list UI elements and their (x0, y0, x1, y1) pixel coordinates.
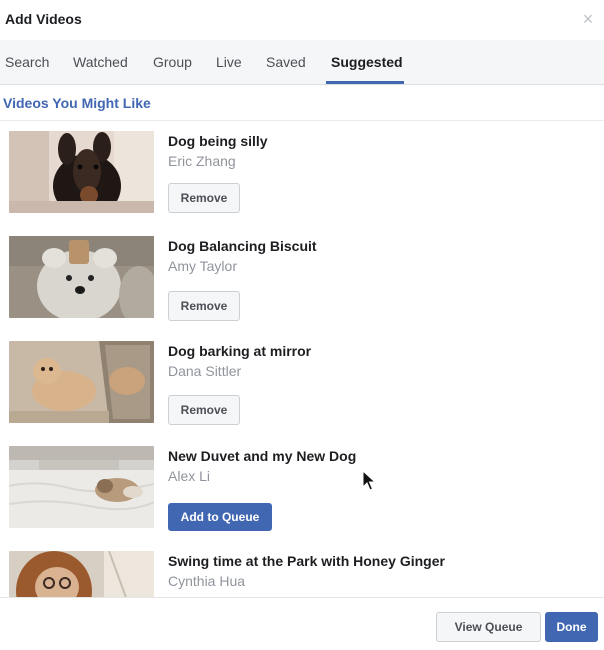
dialog-header: Add Videos × (0, 0, 604, 40)
dog-thumbnail-icon (9, 341, 154, 423)
section-title: Videos You Might Like (3, 95, 151, 111)
video-thumbnail[interactable] (9, 551, 154, 597)
video-title[interactable]: New Duvet and my New Dog (168, 448, 356, 464)
add-to-queue-button[interactable]: Add to Queue (168, 503, 272, 531)
list-item: Swing time at the Park with Honey Ginger… (0, 541, 604, 597)
video-author: Dana Sittler (168, 363, 242, 379)
tab-watched[interactable]: Watched (73, 40, 128, 85)
active-tab-indicator (326, 81, 404, 84)
view-queue-button[interactable]: View Queue (436, 612, 541, 642)
video-author: Amy Taylor (168, 258, 237, 274)
dog-thumbnail-icon (9, 551, 154, 597)
list-item: Dog barking at mirror Dana Sittler Remov… (0, 331, 604, 436)
video-title[interactable]: Swing time at the Park with Honey Ginger (168, 553, 445, 569)
video-thumbnail[interactable] (9, 446, 154, 528)
list-item: Dog Balancing Biscuit Amy Taylor Remove (0, 226, 604, 331)
video-author: Cynthia Hua (168, 573, 246, 589)
tab-search[interactable]: Search (5, 40, 49, 85)
video-thumbnail[interactable] (9, 236, 154, 318)
video-thumbnail[interactable] (9, 131, 154, 213)
list-item: New Duvet and my New Dog Alex Li Add to … (0, 436, 604, 541)
video-title[interactable]: Dog barking at mirror (168, 343, 311, 359)
video-author: Eric Zhang (168, 153, 236, 169)
video-list[interactable]: Dog being silly Eric Zhang Remove Dog Ba… (0, 121, 604, 597)
dog-thumbnail-icon (9, 131, 154, 213)
tab-live[interactable]: Live (216, 40, 242, 85)
video-title[interactable]: Dog Balancing Biscuit (168, 238, 317, 254)
dog-thumbnail-icon (9, 236, 154, 318)
tab-group[interactable]: Group (153, 40, 192, 85)
mouse-pointer-icon (362, 470, 376, 491)
video-title[interactable]: Dog being silly (168, 133, 268, 149)
done-button[interactable]: Done (545, 612, 598, 642)
tab-saved[interactable]: Saved (266, 40, 306, 85)
remove-button[interactable]: Remove (168, 183, 240, 213)
dog-thumbnail-icon (9, 446, 154, 528)
tab-bar: Search Watched Group Live Saved Suggeste… (0, 40, 604, 85)
dialog-title: Add Videos (5, 11, 82, 27)
list-item: Dog being silly Eric Zhang Remove (0, 121, 604, 226)
remove-button[interactable]: Remove (168, 291, 240, 321)
dialog-footer: View Queue Done (0, 597, 604, 650)
video-thumbnail[interactable] (9, 341, 154, 423)
video-author: Alex Li (168, 468, 211, 484)
add-videos-dialog: Add Videos × Search Watched Group Live S… (0, 0, 604, 650)
tab-suggested[interactable]: Suggested (331, 40, 403, 85)
remove-button[interactable]: Remove (168, 395, 240, 425)
close-icon[interactable]: × (578, 8, 598, 30)
